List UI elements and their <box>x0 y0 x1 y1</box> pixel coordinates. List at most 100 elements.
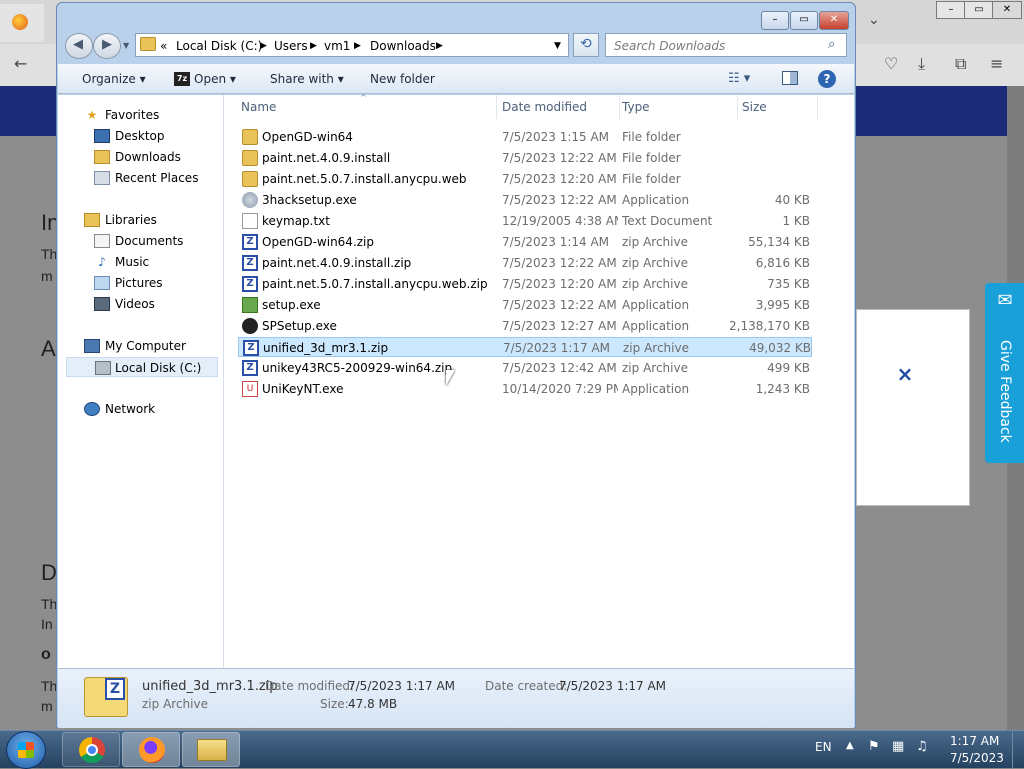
nav-recent-places[interactable]: Recent Places <box>58 168 224 188</box>
clock-time[interactable]: 1:17 AM <box>950 734 999 748</box>
file-row[interactable]: Z OpenGD-win64.zip 7/5/2023 1:14 AM zip Arc… <box>238 232 812 252</box>
file-row[interactable]: setup.exe 7/5/2023 12:22 AM Application 3,9… <box>238 295 812 315</box>
nav-pictures[interactable]: Pictures <box>58 273 224 293</box>
app-icon <box>242 318 258 334</box>
back-button[interactable]: ◀ <box>65 33 93 59</box>
file-date: 7/5/2023 12:42 AM <box>502 361 617 375</box>
file-name: keymap.txt <box>262 214 330 228</box>
detail-modified-label: Date modified: <box>265 679 355 693</box>
nav-desktop[interactable]: Desktop <box>58 126 224 146</box>
breadcrumb-users[interactable]: Users <box>274 39 308 53</box>
zip-file-large-icon: Z <box>84 677 128 717</box>
file-name: 3hacksetup.exe <box>262 193 357 207</box>
refresh-button[interactable]: ⟲ <box>573 33 599 57</box>
column-header-date[interactable]: Date modified <box>502 95 620 119</box>
file-size: 6,816 KB <box>755 256 810 270</box>
file-row[interactable]: Zpaint.net.4.0.9.install.zip 7/5/2023 12:… <box>238 253 812 273</box>
file-row[interactable]: paint.net.4.0.9.install 7/5/2023 12:22 AM… <box>238 148 812 168</box>
download-icon[interactable]: ⤓ <box>918 54 925 74</box>
browser-close-button[interactable]: ✕ <box>992 1 1022 19</box>
open-button[interactable]: Open ▾ <box>194 72 236 86</box>
maximize-button[interactable]: ▭ <box>790 11 818 30</box>
bg-text-7: m <box>41 698 53 714</box>
breadcrumb-overflow[interactable]: « <box>160 39 167 53</box>
file-row[interactable]: OpenGD-win64 7/5/2023 1:15 AM File folder <box>238 127 812 147</box>
nav-downloads[interactable]: Downloads <box>58 147 224 167</box>
bg-text-2: m <box>41 268 53 284</box>
extensions-icon[interactable]: ⧉ <box>955 54 966 74</box>
file-date: 7/5/2023 12:22 AM <box>502 256 617 270</box>
popup-close-button[interactable]: × <box>895 362 915 386</box>
taskbar-chrome-button[interactable] <box>62 732 120 767</box>
file-type: File folder <box>622 172 681 186</box>
start-button[interactable] <box>6 731 46 769</box>
nav-network[interactable]: Network <box>58 399 224 419</box>
forward-button[interactable]: ▶ <box>93 33 121 59</box>
file-row[interactable]: 3hacksetup.exe 7/5/2023 12:22 AM Applicati… <box>238 190 812 210</box>
file-row[interactable]: paint.net.5.0.7.install.anycpu.web 7/5/20… <box>238 169 812 189</box>
minimize-button[interactable]: – <box>761 11 789 30</box>
column-header-name[interactable]: Name <box>241 95 497 119</box>
file-size: 735 KB <box>767 277 810 291</box>
show-desktop-button[interactable] <box>1012 731 1024 769</box>
file-row[interactable]: Zpaint.net.5.0.7.install.anycpu.web.zip 7… <box>238 274 812 294</box>
breadcrumb-vm1[interactable]: vm1 <box>324 39 350 53</box>
organize-button[interactable]: Organize ▾ <box>82 72 146 86</box>
new-folder-button[interactable]: New folder <box>370 72 435 86</box>
pocket-icon[interactable]: ♡ <box>884 54 898 73</box>
nav-documents[interactable]: Documents <box>58 231 224 251</box>
file-name: setup.exe <box>262 298 321 312</box>
drive-icon <box>95 361 111 375</box>
browser-tab[interactable] <box>0 4 44 42</box>
language-indicator[interactable]: EN <box>815 740 832 754</box>
help-icon[interactable]: ? <box>818 70 836 88</box>
breadcrumb-downloads[interactable]: Downloads <box>370 39 436 53</box>
nav-local-disk[interactable]: Local Disk (C:) <box>66 357 218 377</box>
taskbar-explorer-button[interactable] <box>182 732 240 767</box>
browser-minimize-button[interactable]: – <box>936 1 966 19</box>
detail-created-label: Date created: <box>485 679 568 693</box>
file-row[interactable]: keymap.txt 12/19/2005 4:38 AM Text Documen… <box>238 211 812 231</box>
file-row[interactable]: Zunified_3d_mr3.1.zip 7/5/2023 1:17 AM zip… <box>238 337 812 357</box>
taskbar-firefox-button[interactable] <box>122 732 180 767</box>
file-date: 7/5/2023 12:22 AM <box>502 151 617 165</box>
file-size: 49,032 KB <box>749 341 811 355</box>
action-center-icon[interactable]: ⚑ <box>868 739 880 754</box>
search-box[interactable]: Search Downloads ⌕ <box>605 33 847 57</box>
change-view-icon[interactable]: ☷ ▾ <box>728 71 750 86</box>
back-icon[interactable]: ← <box>14 54 27 73</box>
nav-music[interactable]: ♪ Music <box>58 252 224 272</box>
file-row[interactable]: U UniKeyNT.exe 10/14/2020 7:29 PM Applicati… <box>238 379 812 399</box>
menu-icon[interactable]: ≡ <box>990 54 1003 73</box>
file-name: OpenGD-win64 <box>262 130 353 144</box>
file-row[interactable]: SPSetup.exe 7/5/2023 12:27 AM Application 2… <box>238 316 812 336</box>
address-dropdown-icon[interactable]: ▼ <box>554 41 561 51</box>
column-header-size[interactable]: Size <box>742 95 818 119</box>
clock-date[interactable]: 7/5/2023 <box>950 751 1004 765</box>
browser-restore-button[interactable]: ▭ <box>964 1 994 19</box>
show-hidden-icons-icon[interactable]: ▲ <box>846 740 854 751</box>
nav-my-computer[interactable]: My Computer <box>58 336 224 356</box>
close-button[interactable]: ✕ <box>819 11 849 30</box>
column-header-type[interactable]: Type <box>622 95 738 119</box>
breadcrumb-local-disk[interactable]: Local Disk (C:) <box>176 39 262 53</box>
popup-dialog <box>856 309 970 506</box>
volume-tray-icon[interactable]: ♫ <box>916 739 928 754</box>
share-with-button[interactable]: Share with ▾ <box>270 72 344 86</box>
text-file-icon <box>242 213 258 229</box>
bg-text-1: Th <box>41 246 58 262</box>
file-name: UniKeyNT.exe <box>262 382 344 396</box>
nav-videos[interactable]: Videos <box>58 294 224 314</box>
file-row[interactable]: Zunikey43RC5-200929-win64.zip 7/5/2023 12… <box>238 358 812 378</box>
explorer-window[interactable]: – ▭ ✕ ◀ ▶ ▼ « Local Disk (C:) ▶ Users ▶ … <box>56 2 856 728</box>
tab-list-chevron-icon[interactable]: ⌄ <box>868 12 880 28</box>
recent-pages-chevron-icon[interactable]: ▼ <box>123 41 129 50</box>
preview-pane-icon[interactable] <box>782 71 798 85</box>
breadcrumb-separator-icon: ▶ <box>310 41 317 51</box>
network-tray-icon[interactable]: ▦ <box>892 739 904 754</box>
give-feedback-tab[interactable]: ✉ Give Feedback <box>985 283 1024 463</box>
nav-favorites[interactable]: ★ Favorites <box>58 105 224 125</box>
nav-libraries[interactable]: Libraries <box>58 210 224 230</box>
zip-icon: Z <box>243 340 259 356</box>
address-bar[interactable]: « Local Disk (C:) ▶ Users ▶ vm1 ▶ Downlo… <box>135 33 569 57</box>
